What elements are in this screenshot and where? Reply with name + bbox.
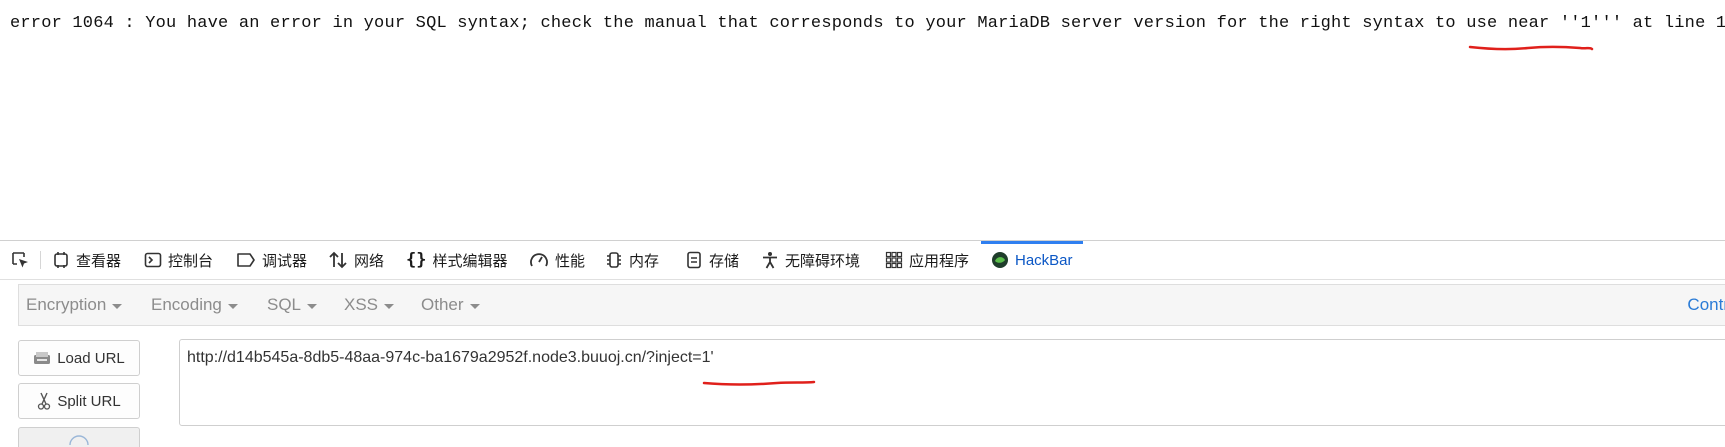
element-picker-button[interactable] (10, 241, 30, 279)
caret-down-icon (469, 303, 480, 309)
tab-label: HackBar (1015, 251, 1073, 269)
memory-icon (607, 252, 621, 268)
tab-label: 无障碍环境 (785, 252, 861, 270)
devtools-panel: 查看器 控制台 调试器 网络 {} 样式编辑器 性能 内存 存储 无障碍环境 应… (0, 240, 1725, 447)
tab-storage[interactable]: 存储 (685, 241, 739, 279)
caret-down-icon (112, 303, 123, 309)
hackbar-icon (992, 252, 1008, 268)
application-icon (885, 251, 903, 269)
tab-console[interactable]: 控制台 (144, 241, 213, 279)
network-icon (329, 251, 347, 269)
toolbar-divider (40, 251, 41, 269)
url-input[interactable]: http://d14b545a-8db5-48aa-974c-ba1679a29… (179, 339, 1725, 426)
tab-label: 性能 (555, 252, 586, 270)
contribute-link-label: Contr (1687, 295, 1725, 314)
tab-label: 样式编辑器 (432, 252, 508, 270)
sql-error-message: error 1064 : You have an error in your S… (10, 14, 1725, 33)
menu-sql[interactable]: SQL (267, 285, 318, 325)
menu-label: SQL (267, 295, 302, 314)
url-value: http://d14b545a-8db5-48aa-974c-ba1679a29… (187, 349, 714, 366)
accessibility-icon (763, 252, 777, 269)
menu-label: Encoding (151, 295, 222, 314)
tab-performance[interactable]: 性能 (529, 241, 585, 279)
tab-label: 内存 (629, 252, 660, 270)
load-url-button[interactable]: Load URL (18, 340, 140, 376)
page-content: error 1064 : You have an error in your S… (0, 0, 1725, 240)
contribute-link[interactable]: Contr (1687, 285, 1725, 325)
element-picker-icon (12, 252, 28, 268)
tab-label: 应用程序 (909, 252, 970, 270)
load-url-label: Load URL (57, 349, 125, 367)
execute-icon (69, 434, 89, 445)
tab-label: 存储 (709, 252, 740, 270)
debugger-icon (237, 253, 255, 267)
annotation-underline-error (1468, 45, 1594, 51)
tab-accessibility[interactable]: 无障碍环境 (761, 241, 860, 279)
tab-label: 控制台 (168, 252, 214, 270)
menu-encryption[interactable]: Encryption (26, 285, 123, 325)
split-url-button[interactable]: Split URL (18, 383, 140, 419)
hackbar-menubar: Encryption Encoding SQL XSS Other Contr (18, 284, 1725, 326)
menu-label: XSS (344, 295, 379, 314)
load-url-icon (34, 352, 51, 364)
caret-down-icon (307, 303, 318, 309)
scissors-icon (38, 392, 51, 410)
tab-application[interactable]: 应用程序 (885, 241, 969, 279)
devtools-toolbar: 查看器 控制台 调试器 网络 {} 样式编辑器 性能 内存 存储 无障碍环境 应… (0, 241, 1725, 280)
tab-label: 查看器 (76, 252, 122, 270)
menu-label: Other (421, 295, 464, 314)
caret-down-icon (227, 303, 238, 309)
tab-memory[interactable]: 内存 (605, 241, 659, 279)
tab-hackbar[interactable]: HackBar (981, 241, 1083, 279)
menu-encoding[interactable]: Encoding (151, 285, 238, 325)
storage-icon (687, 251, 701, 269)
menu-label: Encryption (26, 295, 107, 314)
style-editor-icon: {} (406, 250, 427, 270)
tab-network[interactable]: 网络 (328, 241, 384, 279)
tab-label: 调试器 (262, 252, 308, 270)
tab-style-editor[interactable]: {} 样式编辑器 (406, 241, 508, 279)
split-url-label: Split URL (57, 392, 121, 410)
menu-other[interactable]: Other (421, 285, 480, 325)
menu-xss[interactable]: XSS (344, 285, 395, 325)
tab-label: 网络 (354, 252, 385, 270)
inspector-icon (54, 252, 68, 268)
tab-inspector[interactable]: 查看器 (52, 241, 121, 279)
performance-icon (530, 253, 548, 267)
console-icon (144, 252, 162, 268)
execute-button[interactable] (18, 427, 140, 447)
caret-down-icon (384, 303, 395, 309)
tab-debugger[interactable]: 调试器 (236, 241, 307, 279)
